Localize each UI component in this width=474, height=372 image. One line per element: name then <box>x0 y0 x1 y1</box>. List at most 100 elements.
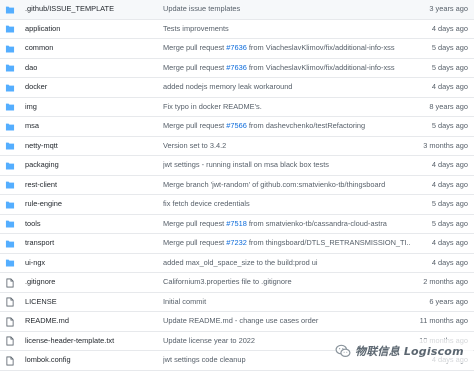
folder-icon <box>5 83 15 93</box>
commit-message[interactable]: Update README.md - change use cases orde… <box>163 312 410 330</box>
file-row[interactable]: docker added nodejs memory leak workaroun… <box>0 78 474 98</box>
commit-message[interactable]: Merge pull request #7566 from dashevchen… <box>163 117 410 135</box>
commit-message-text: added nodejs memory leak workaround <box>163 82 293 91</box>
commit-message-text: added max_old_space_size to the build:pr… <box>163 257 318 267</box>
file-row[interactable]: .gitignore Californium3.properties file t… <box>0 273 474 293</box>
file-name-link[interactable]: .gitignore <box>25 273 157 291</box>
commit-message-text: from ViacheslavKlimov/fix/additional-inf… <box>246 43 395 52</box>
file-row[interactable]: msa Merge pull request #7566 from dashevc… <box>0 117 474 137</box>
commit-message[interactable]: Fix typo in docker README's. <box>163 98 410 116</box>
file-row[interactable]: rest-client Merge branch 'jwt-random' of … <box>0 176 474 195</box>
commit-message-text: from dashevchenko/testRefactoring <box>246 121 366 130</box>
commit-message-text: Merge pull request <box>163 62 227 72</box>
wechat-logo-icon <box>335 344 351 358</box>
folder-icon <box>5 5 15 15</box>
commit-message-text: fix fetch device credentials <box>163 199 250 208</box>
commit-age: 3 months ago <box>423 140 468 150</box>
pull-request-link[interactable]: #7232 <box>226 238 247 247</box>
file-row[interactable]: transport Merge pull request #7232 from t… <box>0 234 474 254</box>
file-name-link[interactable]: dao <box>25 59 157 77</box>
pull-request-link[interactable]: #7636 <box>226 43 247 52</box>
file-name-link[interactable]: application <box>25 20 157 38</box>
file-row[interactable]: img Fix typo in docker README's. 8 years a… <box>0 98 474 117</box>
commit-message[interactable]: Californium3.properties file to .gitigno… <box>163 273 410 291</box>
commit-message[interactable]: Merge pull request #7518 from smatvienko… <box>163 215 410 233</box>
commit-age: 3 years ago <box>429 4 468 13</box>
watermark-text: 物联信息 Logiscom <box>355 345 464 358</box>
commit-message[interactable]: jwt settings - running install on msa bl… <box>163 156 410 174</box>
commit-message[interactable]: Version set to 3.4.2 <box>163 137 410 155</box>
commit-message[interactable]: fix fetch device credentials <box>163 195 410 213</box>
file-name-link[interactable]: transport <box>25 234 157 252</box>
file-row[interactable]: README.md Update README.md - change use c… <box>0 312 474 332</box>
file-icon <box>5 278 15 288</box>
commit-message-text: jwt settings code cleanup <box>163 355 246 364</box>
file-name-link[interactable]: tools <box>25 215 157 233</box>
file-name-link[interactable]: README.md <box>25 312 157 330</box>
commit-message-text: Merge pull request <box>163 121 227 130</box>
folder-icon <box>5 102 15 112</box>
folder-icon <box>5 239 15 249</box>
commit-message-text: Californium3.properties file to .gitigno… <box>163 277 292 286</box>
file-name-link[interactable]: img <box>25 98 157 116</box>
commit-message-text: Merge pull request <box>163 218 227 228</box>
commit-message[interactable]: added max_old_space_size to the build:pr… <box>163 254 410 272</box>
file-name-link[interactable]: rule-engine <box>25 195 157 213</box>
file-icon <box>5 356 15 366</box>
commit-message[interactable]: Merge pull request #7636 from Viacheslav… <box>163 59 410 77</box>
folder-icon <box>5 258 15 268</box>
commit-message-text: Merge pull request <box>163 238 227 247</box>
commit-message-text: Update issue templates <box>163 4 241 13</box>
folder-icon <box>5 63 15 73</box>
commit-age: 5 days ago <box>431 199 468 208</box>
commit-message-text: Fix typo in docker README's. <box>163 101 262 111</box>
file-row[interactable]: dao Merge pull request #7636 from Viaches… <box>0 59 474 78</box>
commit-age: 11 months ago <box>419 316 468 325</box>
commit-age: 5 days ago <box>431 43 468 52</box>
commit-age: 5 days ago <box>431 121 468 130</box>
file-name-link[interactable]: rest-client <box>25 176 157 194</box>
file-list: .github/ISSUE_TEMPLATE Update issue templ… <box>0 0 474 372</box>
file-row[interactable]: .github/ISSUE_TEMPLATE Update issue templ… <box>0 0 474 20</box>
commit-age: 6 years ago <box>429 296 468 306</box>
commit-message-text: Merge pull request <box>163 43 227 52</box>
file-icon <box>5 336 15 346</box>
commit-message[interactable]: added nodejs memory leak workaround <box>163 78 410 96</box>
file-row[interactable]: rule-engine fix fetch device credentials 5… <box>0 195 474 215</box>
file-row[interactable]: LICENSE Initial commit 6 years ago <box>0 293 474 312</box>
file-name-link[interactable]: msa <box>25 117 157 135</box>
file-row[interactable]: common Merge pull request #7636 from Viac… <box>0 39 474 59</box>
folder-icon <box>5 161 15 171</box>
file-name-link[interactable]: lombok.config <box>25 351 157 369</box>
folder-icon <box>5 219 15 229</box>
commit-message-text: Merge branch 'jwt-random' of github.com:… <box>163 179 386 189</box>
commit-message[interactable]: Tests improvements <box>163 20 410 38</box>
file-name-link[interactable]: docker <box>25 78 157 96</box>
commit-message-text: Update README.md - change use cases orde… <box>163 316 319 325</box>
pull-request-link[interactable]: #7566 <box>226 121 247 130</box>
file-name-link[interactable]: .github/ISSUE_TEMPLATE <box>25 0 157 18</box>
file-name-link[interactable]: license-header-template.txt <box>25 332 157 350</box>
folder-icon <box>5 180 15 190</box>
pull-request-link[interactable]: #7518 <box>226 219 247 228</box>
file-name-link[interactable]: LICENSE <box>25 293 157 311</box>
file-row[interactable]: packaging jwt settings - running install … <box>0 156 474 176</box>
file-name-link[interactable]: ui-ngx <box>25 254 157 272</box>
file-row[interactable]: netty-mqtt Version set to 3.4.2 3 months a… <box>0 137 474 156</box>
file-name-link[interactable]: common <box>25 39 157 57</box>
commit-message[interactable]: Update issue templates <box>163 0 410 18</box>
commit-message[interactable]: Merge branch 'jwt-random' of github.com:… <box>163 176 410 194</box>
file-icon <box>5 297 15 307</box>
commit-message[interactable]: Initial commit <box>163 293 410 311</box>
file-row[interactable]: ui-ngx added max_old_space_size to the bu… <box>0 254 474 273</box>
file-row[interactable]: application Tests improvements 4 days ago <box>0 20 474 39</box>
commit-age: 4 days ago <box>431 179 468 189</box>
file-icon <box>5 317 15 327</box>
pull-request-link[interactable]: #7636 <box>226 63 247 72</box>
file-name-link[interactable]: netty-mqtt <box>25 137 157 155</box>
commit-message[interactable]: Merge pull request #7636 from Viacheslav… <box>163 39 410 57</box>
commit-age: 4 days ago <box>431 23 468 33</box>
commit-message[interactable]: Merge pull request #7232 from thingsboar… <box>163 234 410 252</box>
file-row[interactable]: tools Merge pull request #7518 from smatv… <box>0 215 474 234</box>
file-name-link[interactable]: packaging <box>25 156 157 174</box>
